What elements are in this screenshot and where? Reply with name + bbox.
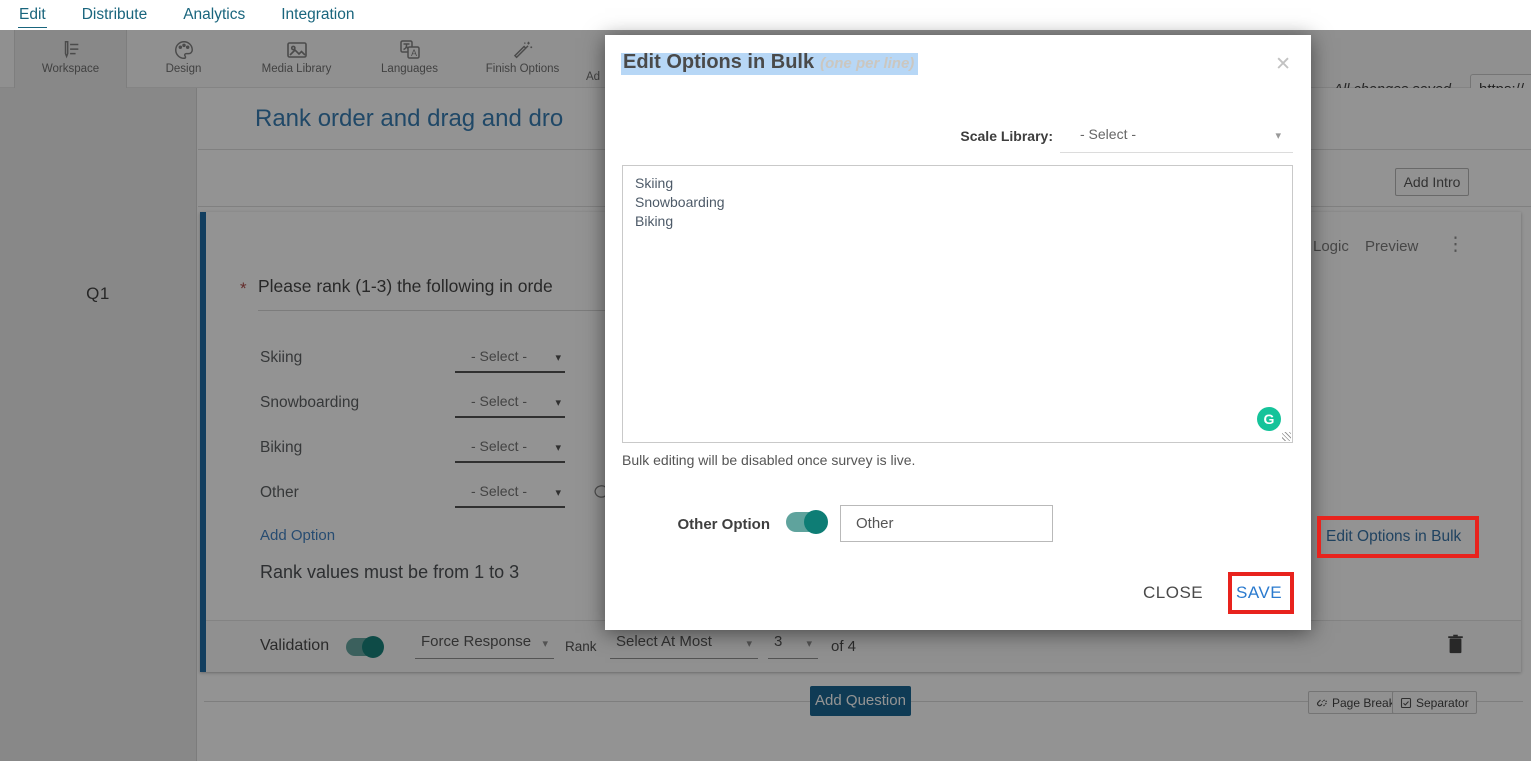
modal-subtitle: (one per line): [820, 55, 915, 72]
nav-integration[interactable]: Integration: [280, 3, 355, 27]
edit-options-bulk-modal: Edit Options in Bulk (one per line) ✕ Sca…: [605, 35, 1311, 630]
grammarly-icon[interactable]: G: [1257, 407, 1281, 431]
select-value: - Select -: [1080, 126, 1137, 142]
close-icon[interactable]: ✕: [1275, 55, 1291, 74]
chevron-down-icon: ▾: [1275, 130, 1281, 142]
modal-title: Edit Options in Bulk: [623, 51, 815, 73]
top-nav: Edit Distribute Analytics Integration: [0, 0, 1531, 30]
nav-distribute[interactable]: Distribute: [81, 3, 148, 27]
bulk-editing-note: Bulk editing will be disabled once surve…: [622, 452, 916, 468]
other-option-input[interactable]: [840, 505, 1053, 542]
bulk-options-textarea[interactable]: Skiing Snowboarding Biking: [622, 165, 1293, 443]
selected-title-highlight: Edit Options in Bulk (one per line): [621, 51, 919, 75]
nav-analytics[interactable]: Analytics: [182, 3, 246, 27]
nav-edit[interactable]: Edit: [18, 3, 47, 28]
scale-library-label: Scale Library:: [960, 128, 1053, 144]
scale-library-select[interactable]: - Select - ▾: [1060, 126, 1293, 153]
save-button[interactable]: SAVE: [1236, 583, 1282, 603]
other-option-label: Other Option: [677, 516, 771, 533]
toggle-knob: [804, 510, 828, 534]
other-option-toggle[interactable]: [786, 510, 828, 534]
resize-handle[interactable]: [1282, 432, 1291, 441]
close-button[interactable]: CLOSE: [1143, 583, 1203, 603]
